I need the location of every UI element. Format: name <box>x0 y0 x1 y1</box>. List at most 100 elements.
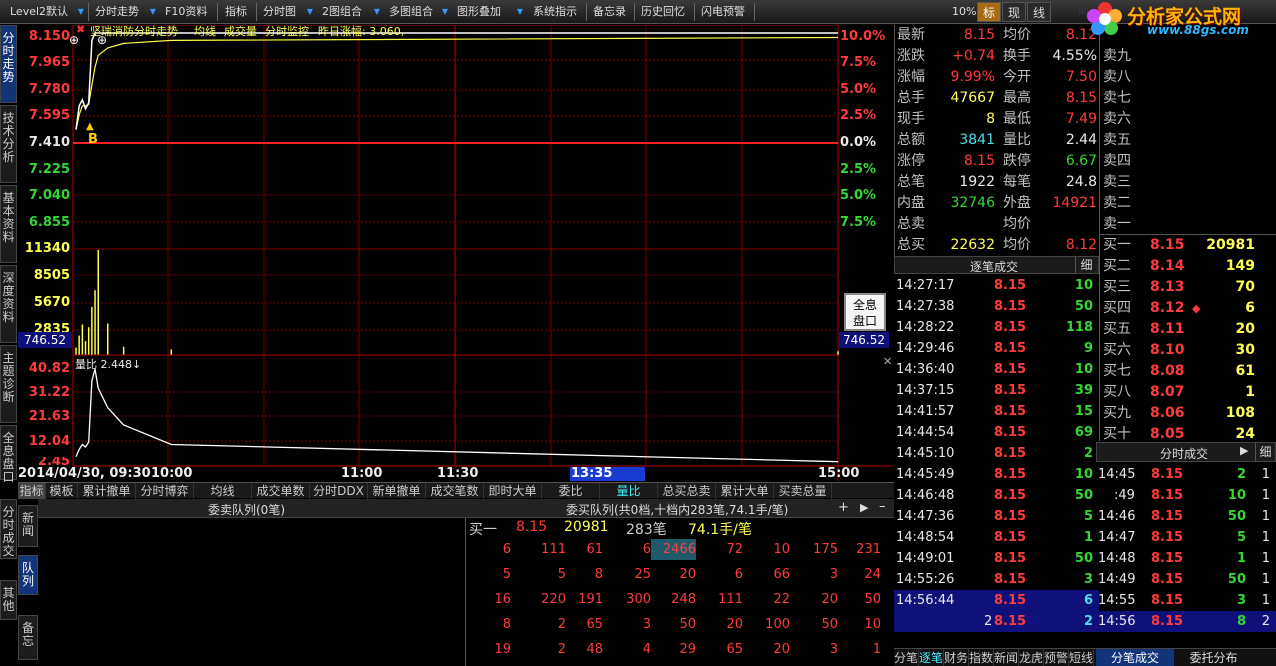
toolbar-memo[interactable]: 备忘录 <box>593 4 626 20</box>
tab-minute-trades[interactable]: 分时成交 <box>0 499 17 559</box>
tick-row[interactable]: 14:41:57 8.15 15 <box>894 401 1099 422</box>
tab-news[interactable]: 新闻 <box>18 505 38 547</box>
close-icon[interactable]: ✕ <box>883 355 892 368</box>
indicator-tab[interactable]: 累计大单 <box>716 483 774 499</box>
panel-tab[interactable]: 新闻 <box>994 649 1019 666</box>
tick-row[interactable]: 14:44:54 8.15 69 <box>894 422 1099 443</box>
tick-row[interactable]: 14:46:48 8.15 50 <box>894 485 1099 506</box>
plus-icon[interactable]: + <box>838 500 849 515</box>
indicator-tab[interactable]: 成交单数 <box>252 483 310 499</box>
indicator-tab[interactable]: 量比 <box>600 483 658 499</box>
toolbar-system[interactable]: 系统指示 <box>533 4 577 20</box>
ticks-detail-button[interactable]: 细 <box>1075 257 1097 273</box>
buy-level-label: 买三 <box>1103 279 1131 295</box>
avg-link[interactable]: 均线 <box>194 23 216 39</box>
minute-detail-button[interactable]: 细 <box>1255 443 1275 461</box>
indicator-tab[interactable]: 买卖总量 <box>774 483 832 499</box>
minute-list[interactable]: 14:45 8.15 2 1:49 8.15 10 1 14:46 8.15 50 1 14:47 8.… <box>1096 464 1276 632</box>
minute-row[interactable]: 14:49 8.15 50 1 <box>1096 569 1276 590</box>
indicator-tab[interactable]: 均线 <box>194 483 252 499</box>
toolbar-alert[interactable]: 闪电预警 <box>701 4 745 20</box>
full-info-button[interactable]: 全息盘口 <box>844 293 886 331</box>
monitor-link[interactable]: 分时监控 <box>265 23 309 39</box>
tick-row[interactable]: 14:28:22 8.15 118 <box>894 317 1099 338</box>
toolbar-overlay[interactable]: 图形叠加 <box>457 4 501 20</box>
minute-row[interactable]: 14:46 8.15 50 1 <box>1096 506 1276 527</box>
tab-order-dist[interactable]: 委托分布 <box>1176 649 1251 666</box>
dropdown-arrow-icon[interactable]: ▼ <box>515 4 525 20</box>
mode-standard[interactable]: 标 <box>977 2 1001 22</box>
ticks-list[interactable]: 14:27:17 8.15 10 14:27:38 8.15 50 14:28:22 8.15… <box>894 275 1099 645</box>
tick-row[interactable]: 14:47:36 8.15 5 <box>894 506 1099 527</box>
panel-tab[interactable]: 指数 <box>969 649 994 666</box>
minus-icon[interactable]: – <box>879 499 886 514</box>
toolbar-history[interactable]: 历史回忆 <box>641 4 685 20</box>
panel-tab[interactable]: 短线 <box>1069 649 1094 666</box>
tick-row[interactable]: 14:45:10 8.15 2 <box>894 443 1099 464</box>
toolbar-f10[interactable]: F10资料 <box>165 4 207 20</box>
tick-row[interactable]: 14:49:01 8.15 50 <box>894 548 1099 569</box>
play-icon[interactable]: ▶ <box>860 501 868 514</box>
minute-row[interactable]: 14:45 8.15 2 1 <box>1096 464 1276 485</box>
queue-cell: 175 <box>813 542 838 557</box>
ticks-title[interactable]: 逐笔成交 <box>970 258 1018 275</box>
minute-row[interactable]: :49 8.15 10 1 <box>1096 485 1276 506</box>
indicator-tab[interactable]: 分时博弈 <box>136 483 194 499</box>
indicator-tab[interactable]: 总买总卖 <box>658 483 716 499</box>
dropdown-arrow-icon[interactable]: ▼ <box>305 4 315 20</box>
zoom-level[interactable]: 10% <box>952 4 976 20</box>
toolbar-multi-chart[interactable]: 多图组合 <box>389 4 433 20</box>
minute-row[interactable]: 14:47 8.15 5 1 <box>1096 527 1276 548</box>
panel-tab[interactable]: 逐笔 <box>919 649 944 666</box>
tick-row[interactable]: 14:29:46 8.15 9 <box>894 338 1099 359</box>
indicator-tab[interactable]: 即时大单 <box>484 483 542 499</box>
tick-row[interactable]: 14:45:49 8.15 10 <box>894 464 1099 485</box>
dropdown-arrow-icon[interactable]: ▼ <box>440 4 450 20</box>
minute-price: 8.15 <box>1151 614 1184 629</box>
buy-level-label: 买七 <box>1103 363 1131 379</box>
indicator-tab[interactable]: 累计撤单 <box>78 483 136 499</box>
indicator-tab[interactable]: 新单撤单 <box>368 483 426 499</box>
indicator-tab[interactable]: 分时DDX <box>310 483 368 499</box>
indicator-tab[interactable]: 指标 <box>18 483 46 499</box>
tick-row[interactable]: 14:37:15 8.15 39 <box>894 380 1099 401</box>
vol-link[interactable]: 成交量 <box>224 23 257 39</box>
tab-memo[interactable]: 备忘 <box>18 615 38 660</box>
toolbar-level2[interactable]: Level2默认 <box>10 4 68 20</box>
tick-row[interactable]: 14:27:17 8.15 10 <box>894 275 1099 296</box>
minute-row[interactable]: 14:55 8.15 3 1 <box>1096 590 1276 611</box>
dropdown-arrow-icon[interactable]: ▼ <box>76 4 86 20</box>
minute-title[interactable]: 分时成交 <box>1160 445 1208 462</box>
tick-time: 14:29:46 <box>896 341 955 356</box>
tick-row[interactable]: 14:55:26 8.15 3 <box>894 569 1099 590</box>
tick-row[interactable]: 14:56:44 8.15 6 <box>894 590 1099 611</box>
toolbar-trend[interactable]: 分时走势 <box>95 4 139 20</box>
minute-time: 14:48 <box>1098 551 1136 566</box>
panel-tab[interactable]: 预警 <box>1044 649 1069 666</box>
minute-row[interactable]: 14:48 8.15 1 1 <box>1096 548 1276 569</box>
tick-row[interactable]: 14:48:54 8.15 1 <box>894 527 1099 548</box>
indicator-tab[interactable]: 成交笔数 <box>426 483 484 499</box>
mode-current[interactable]: 现 <box>1002 2 1026 22</box>
dropdown-arrow-icon[interactable]: ▼ <box>148 4 158 20</box>
tick-row[interactable]: 14:36:40 8.15 10 <box>894 359 1099 380</box>
panel-tab[interactable]: 分笔 <box>894 649 919 666</box>
tab-trade-detail[interactable]: 分笔成交 <box>1096 649 1174 666</box>
minute-row[interactable]: 14:56 8.15 8 2 <box>1096 611 1276 632</box>
tick-row[interactable]: 2 8.15 2 <box>894 611 1099 632</box>
play-icon[interactable]: ▶ <box>1240 444 1248 457</box>
toolbar-2chart[interactable]: 2图组合 <box>322 4 362 20</box>
dropdown-arrow-icon[interactable]: ▼ <box>372 4 382 20</box>
panel-tab[interactable]: 财务 <box>944 649 969 666</box>
indicator-tab[interactable]: 委比 <box>542 483 600 499</box>
toolbar-minute-chart[interactable]: 分时图 <box>263 4 296 20</box>
tab-queue[interactable]: 队列 <box>18 555 38 595</box>
toolbar-indicator[interactable]: 指标 <box>225 4 247 20</box>
mode-line[interactable]: 线 <box>1027 2 1051 22</box>
tick-row[interactable]: 14:27:38 8.15 50 <box>894 296 1099 317</box>
intraday-chart-svg[interactable] <box>18 24 894 481</box>
tick-price: 8.15 <box>994 383 1027 398</box>
tab-other[interactable]: 其他 <box>0 580 17 620</box>
indicator-tab[interactable]: 模板 <box>46 483 78 499</box>
panel-tab[interactable]: 龙虎 <box>1019 649 1044 666</box>
